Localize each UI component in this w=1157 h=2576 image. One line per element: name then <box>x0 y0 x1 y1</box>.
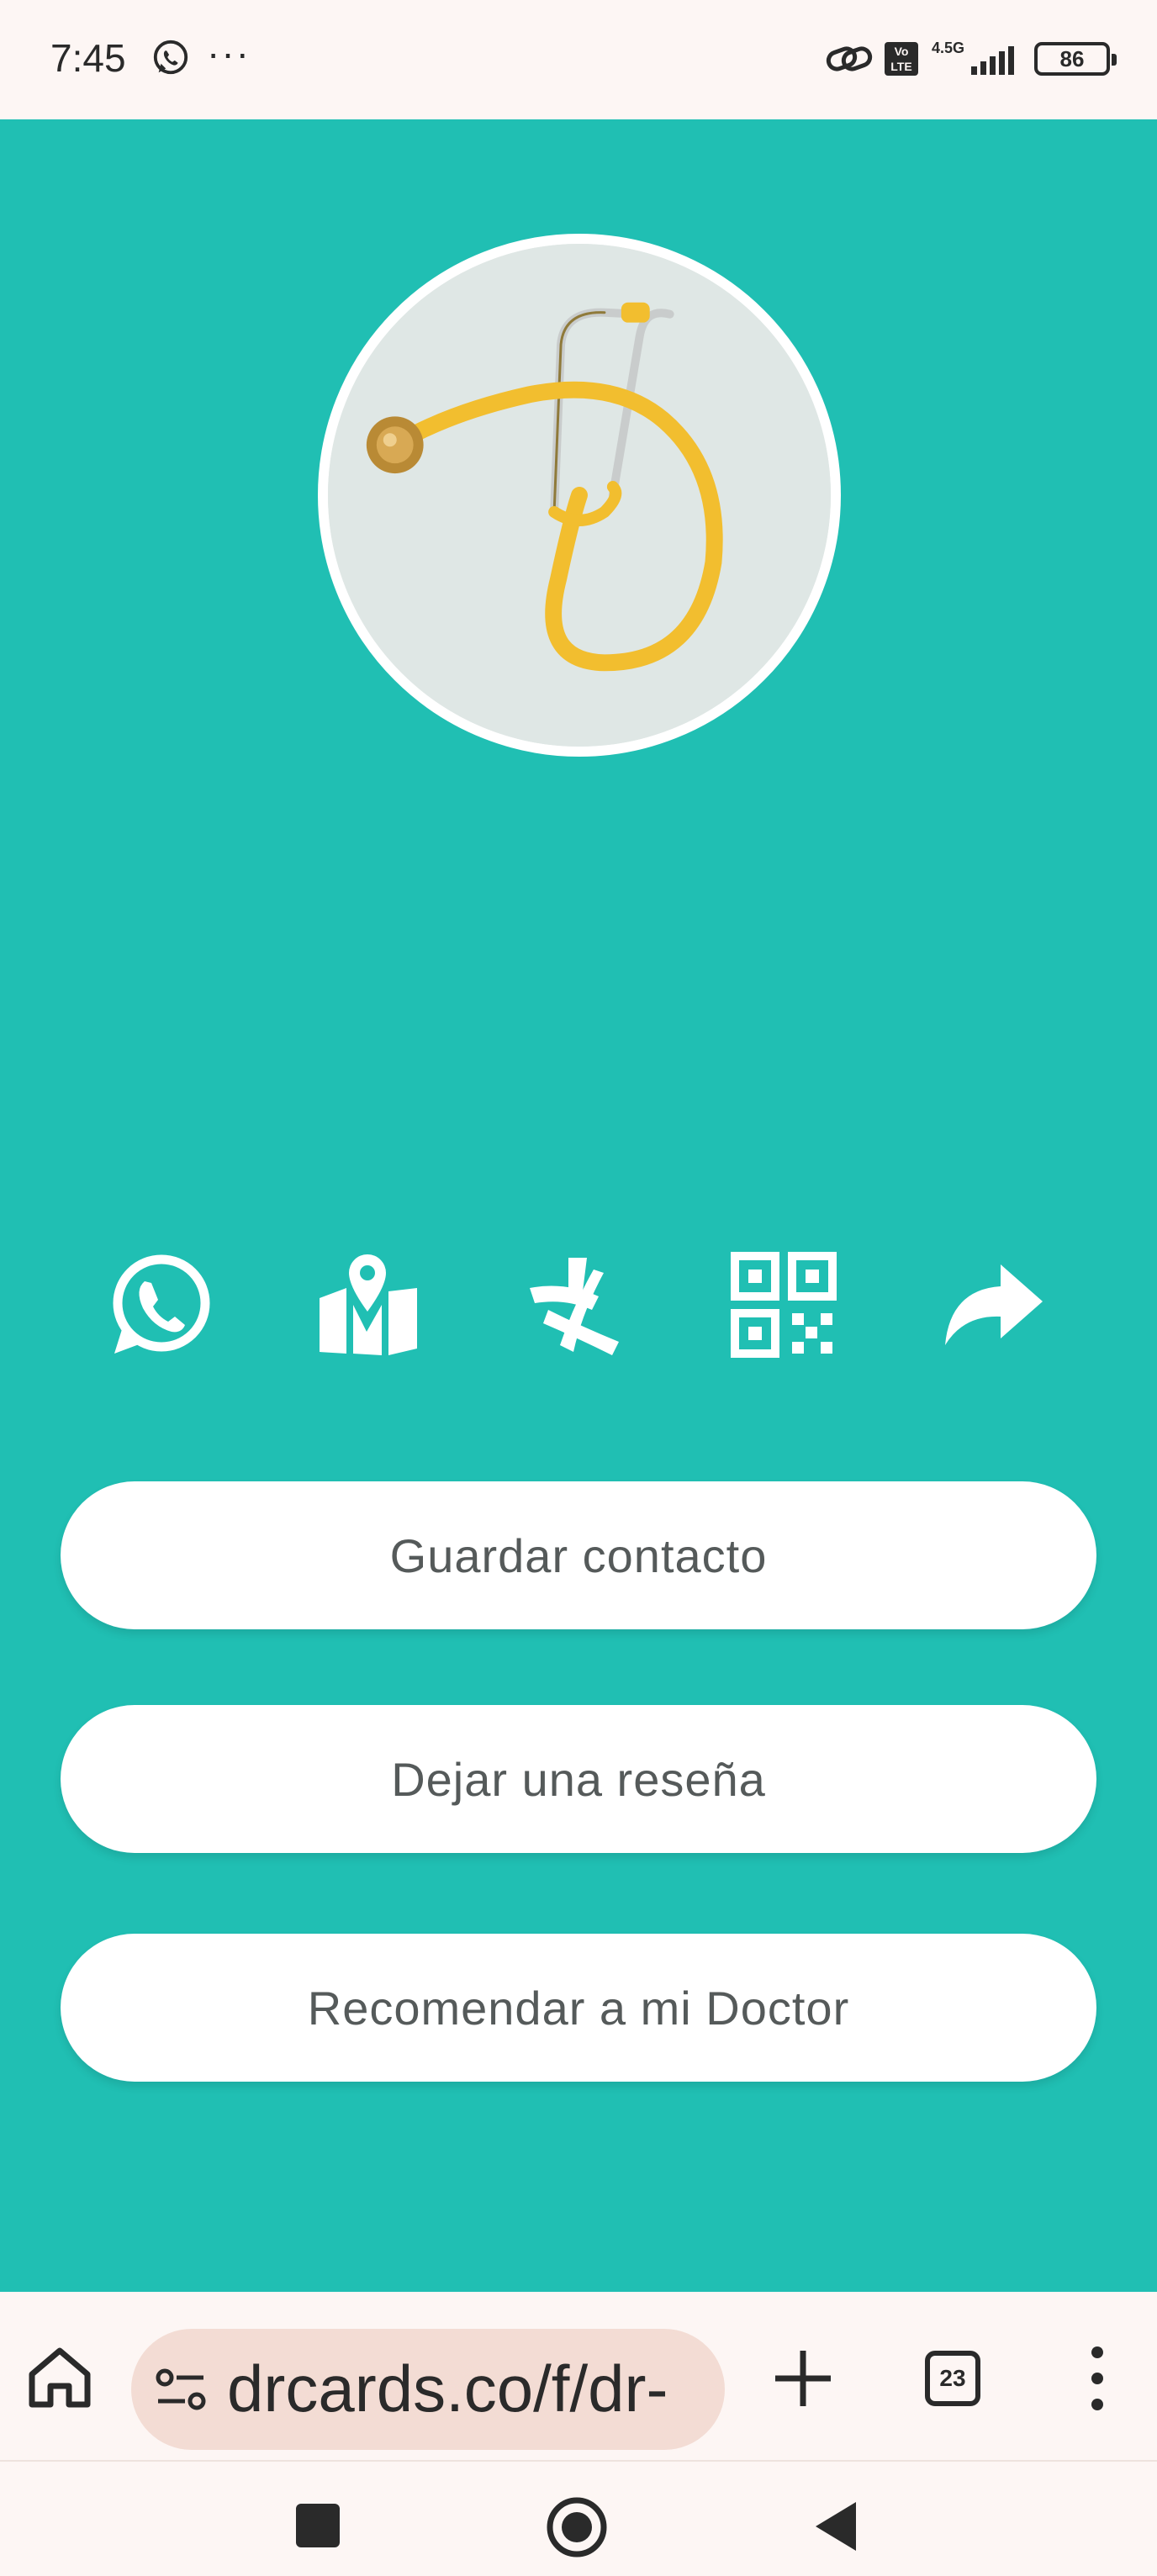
battery-level: 86 <box>1059 45 1085 71</box>
site-settings-icon[interactable] <box>155 2366 207 2413</box>
qr-code-icon <box>731 1252 837 1358</box>
whatsapp-button[interactable] <box>101 1246 219 1364</box>
save-contact-button[interactable]: Guardar contacto <box>61 1481 1096 1629</box>
address-bar[interactable]: drcards.co/f/dr- <box>131 2329 725 2450</box>
menu-icon[interactable] <box>1085 2342 1110 2415</box>
browser-toolbar: drcards.co/f/dr- 23 <box>0 2292 1157 2460</box>
whatsapp-icon <box>113 1254 210 1354</box>
home-icon[interactable] <box>25 2342 94 2411</box>
map-icon <box>320 1254 417 1355</box>
volte-icon: Vo LTE <box>885 42 918 76</box>
status-bar: 7:45 ··· Vo LTE 4.5G 86 <box>0 0 1157 119</box>
stethoscope-image <box>328 244 831 747</box>
location-button[interactable] <box>309 1246 427 1364</box>
share-icon <box>945 1264 1043 1345</box>
home-circle-icon[interactable] <box>545 2495 609 2559</box>
profile-card: Guardar contacto Dejar una reseña Recome… <box>0 119 1157 2292</box>
leave-review-button[interactable]: Dejar una reseña <box>61 1705 1096 1853</box>
qr-code-button[interactable] <box>725 1246 843 1364</box>
recents-icon[interactable] <box>296 2504 340 2547</box>
doctoralia-icon <box>530 1258 619 1355</box>
action-icons-row <box>0 1246 1157 1372</box>
signal-bars <box>971 46 1014 75</box>
new-tab-icon[interactable] <box>767 2342 839 2415</box>
more-notifications-dots: ··· <box>207 31 251 75</box>
tab-count: 23 <box>939 2365 966 2391</box>
tabs-icon[interactable]: 23 <box>925 2351 980 2406</box>
share-button[interactable] <box>933 1246 1051 1364</box>
status-right-group: Vo LTE 4.5G 86 <box>826 37 1117 81</box>
signal-icon: 4.5G <box>930 40 1014 78</box>
url-text: drcards.co/f/dr- <box>227 2352 668 2426</box>
profile-avatar <box>318 234 841 757</box>
back-icon[interactable] <box>812 2499 861 2554</box>
network-type: 4.5G <box>932 40 965 56</box>
doctoralia-button[interactable] <box>518 1246 636 1364</box>
recommend-doctor-button[interactable]: Recomendar a mi Doctor <box>61 1934 1096 2082</box>
whatsapp-notification-icon <box>153 40 188 75</box>
link-icon <box>826 46 873 71</box>
system-navigation-bar <box>0 2460 1157 2576</box>
status-time: 7:45 <box>50 36 126 80</box>
battery-icon: 86 <box>1034 42 1117 76</box>
